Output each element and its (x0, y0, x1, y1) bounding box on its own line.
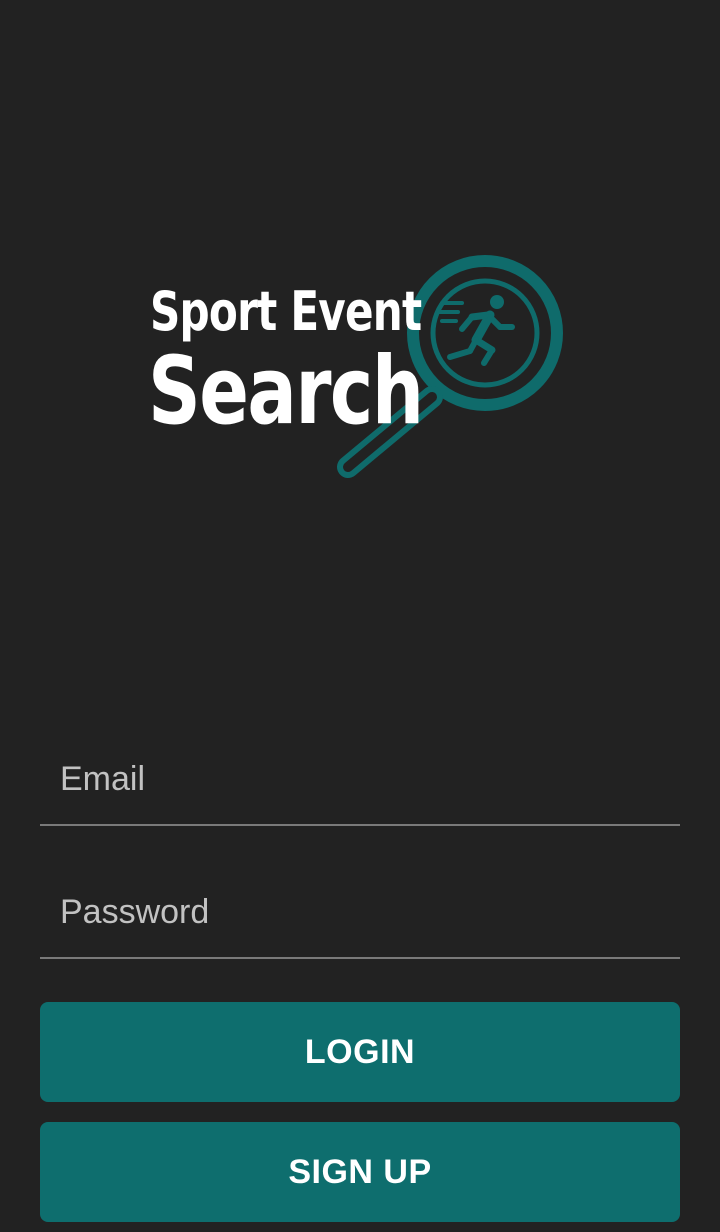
email-field (40, 744, 680, 826)
signup-button[interactable]: SIGN UP (40, 1122, 680, 1222)
logo-title-line2: Search (148, 337, 424, 446)
password-field (40, 877, 680, 959)
login-button[interactable]: LOGIN (40, 1002, 680, 1102)
email-input[interactable] (60, 744, 660, 814)
app-logo: Sport Event Search (140, 245, 580, 485)
login-screen: Sport Event Search LOGIN SIGN UP (0, 0, 720, 1232)
logo-title-line1: Sport Event (150, 280, 422, 343)
password-input[interactable] (60, 877, 660, 947)
